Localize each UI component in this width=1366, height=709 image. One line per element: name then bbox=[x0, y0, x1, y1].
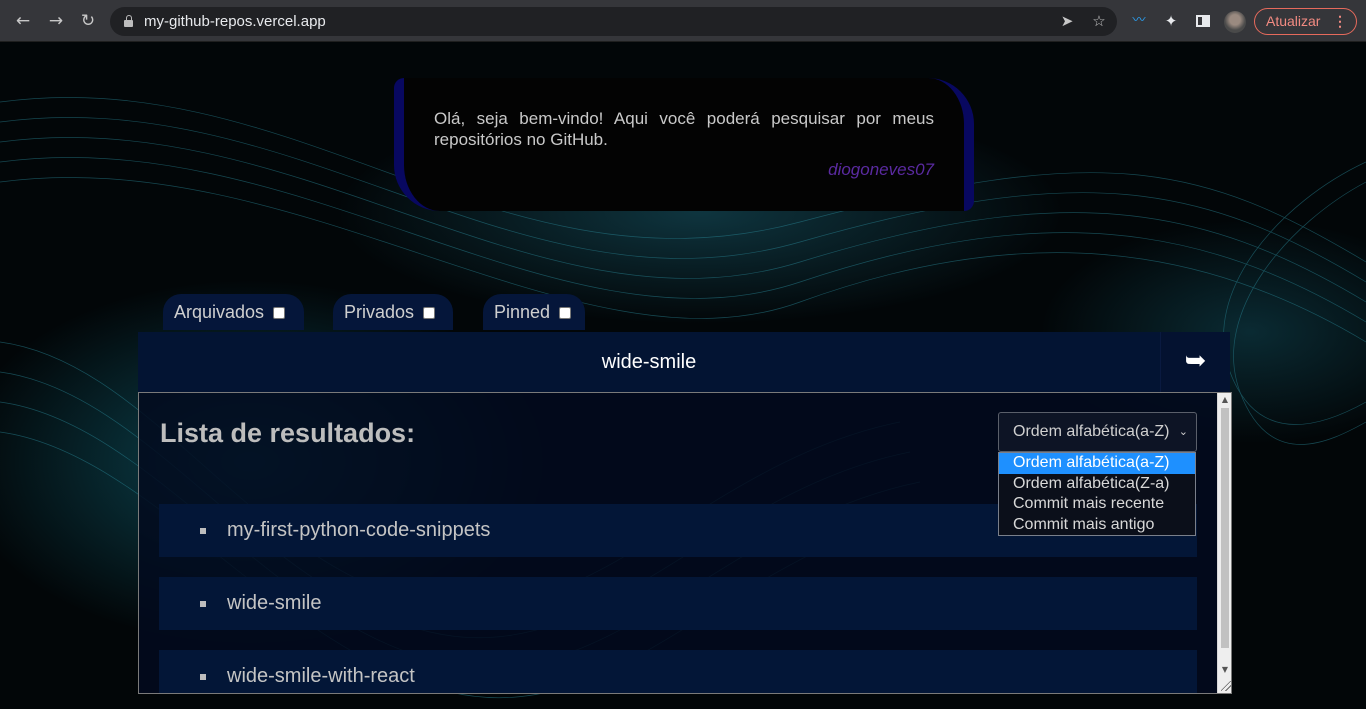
welcome-card: Olá, seja bem-vindo! Aqui você poderá pe… bbox=[394, 78, 974, 211]
search-input[interactable] bbox=[138, 332, 1160, 392]
address-bar[interactable]: my-github-repos.vercel.app ➤ ☆ bbox=[110, 7, 1117, 36]
results-title: Lista de resultados: bbox=[160, 418, 416, 448]
resize-handle-icon[interactable] bbox=[1221, 681, 1231, 691]
author-signature: diogoneves07 bbox=[828, 160, 934, 179]
sort-option-recent-commit[interactable]: Commit mais recente bbox=[999, 494, 1195, 515]
update-button[interactable]: Atualizar ⋮ bbox=[1254, 8, 1357, 35]
list-item[interactable]: wide-smile-with-react bbox=[159, 650, 1197, 693]
results-panel[interactable]: Lista de resultados: Ordem alfabética(a-… bbox=[138, 392, 1232, 694]
bullet-icon bbox=[200, 601, 206, 607]
page-content: Olá, seja bem-vindo! Aqui você poderá pe… bbox=[0, 42, 1366, 709]
back-arrow-icon[interactable]: ← bbox=[11, 9, 35, 33]
puzzle-extensions-icon[interactable]: ✦ bbox=[1160, 10, 1182, 32]
send-icon[interactable]: ➤ bbox=[1057, 11, 1077, 31]
sort-options-dropdown: Ordem alfabética(a-Z) Ordem alfabética(Z… bbox=[998, 452, 1196, 536]
sort-select[interactable]: Ordem alfabética(a-Z) ⌄ bbox=[998, 412, 1197, 452]
scroll-up-arrow-icon[interactable]: ▲ bbox=[1220, 395, 1230, 404]
chevron-down-icon: ⌄ bbox=[1178, 425, 1188, 438]
scroll-thumb[interactable] bbox=[1221, 408, 1229, 648]
side-panel-icon[interactable] bbox=[1192, 10, 1214, 32]
scroll-down-arrow-icon[interactable]: ▼ bbox=[1220, 665, 1230, 674]
filter-pinned[interactable]: Pinned bbox=[483, 294, 585, 330]
arrow-right-icon: ➥ bbox=[1184, 346, 1207, 376]
profile-avatar[interactable] bbox=[1224, 11, 1246, 33]
browser-toolbar: ← → ↻ my-github-repos.vercel.app ➤ ☆ 〰 ✦… bbox=[0, 0, 1366, 42]
pinned-checkbox[interactable] bbox=[559, 307, 571, 319]
search-bar: ➥ bbox=[138, 332, 1230, 392]
welcome-message: Olá, seja bem-vindo! Aqui você poderá pe… bbox=[434, 109, 934, 149]
repo-name[interactable]: my-first-python-code-snippets bbox=[227, 519, 490, 542]
sort-select-value: Ordem alfabética(a-Z) bbox=[1013, 423, 1170, 440]
filter-archived-label: Arquivados bbox=[174, 302, 265, 322]
lock-icon bbox=[124, 15, 133, 27]
private-checkbox[interactable] bbox=[423, 307, 435, 319]
more-menu-icon[interactable]: ⋮ bbox=[1333, 9, 1347, 34]
list-item[interactable]: wide-smile bbox=[159, 577, 1197, 630]
bullet-icon bbox=[200, 528, 206, 534]
filter-private[interactable]: Privados bbox=[333, 294, 453, 330]
repo-name[interactable]: wide-smile-with-react bbox=[227, 665, 415, 688]
extension-wave-icon[interactable]: 〰 bbox=[1128, 10, 1150, 32]
reload-icon[interactable]: ↻ bbox=[76, 9, 100, 33]
filter-archived[interactable]: Arquivados bbox=[163, 294, 304, 330]
forward-arrow-icon[interactable]: → bbox=[44, 9, 68, 33]
filter-pinned-label: Pinned bbox=[494, 302, 551, 322]
sort-option-z-a[interactable]: Ordem alfabética(Z-a) bbox=[999, 474, 1195, 495]
update-button-label: Atualizar bbox=[1266, 13, 1321, 29]
archived-checkbox[interactable] bbox=[273, 307, 285, 319]
sort-option-a-z[interactable]: Ordem alfabética(a-Z) bbox=[999, 453, 1195, 474]
filter-private-label: Privados bbox=[344, 302, 415, 322]
search-submit-button[interactable]: ➥ bbox=[1160, 332, 1230, 392]
url-text[interactable]: my-github-repos.vercel.app bbox=[144, 13, 326, 30]
results-scrollbar[interactable]: ▲ ▼ bbox=[1217, 393, 1231, 693]
bookmark-star-icon[interactable]: ☆ bbox=[1089, 11, 1109, 31]
repo-name[interactable]: wide-smile bbox=[227, 592, 321, 615]
sort-option-oldest-commit[interactable]: Commit mais antigo bbox=[999, 515, 1195, 536]
bullet-icon bbox=[200, 674, 206, 680]
